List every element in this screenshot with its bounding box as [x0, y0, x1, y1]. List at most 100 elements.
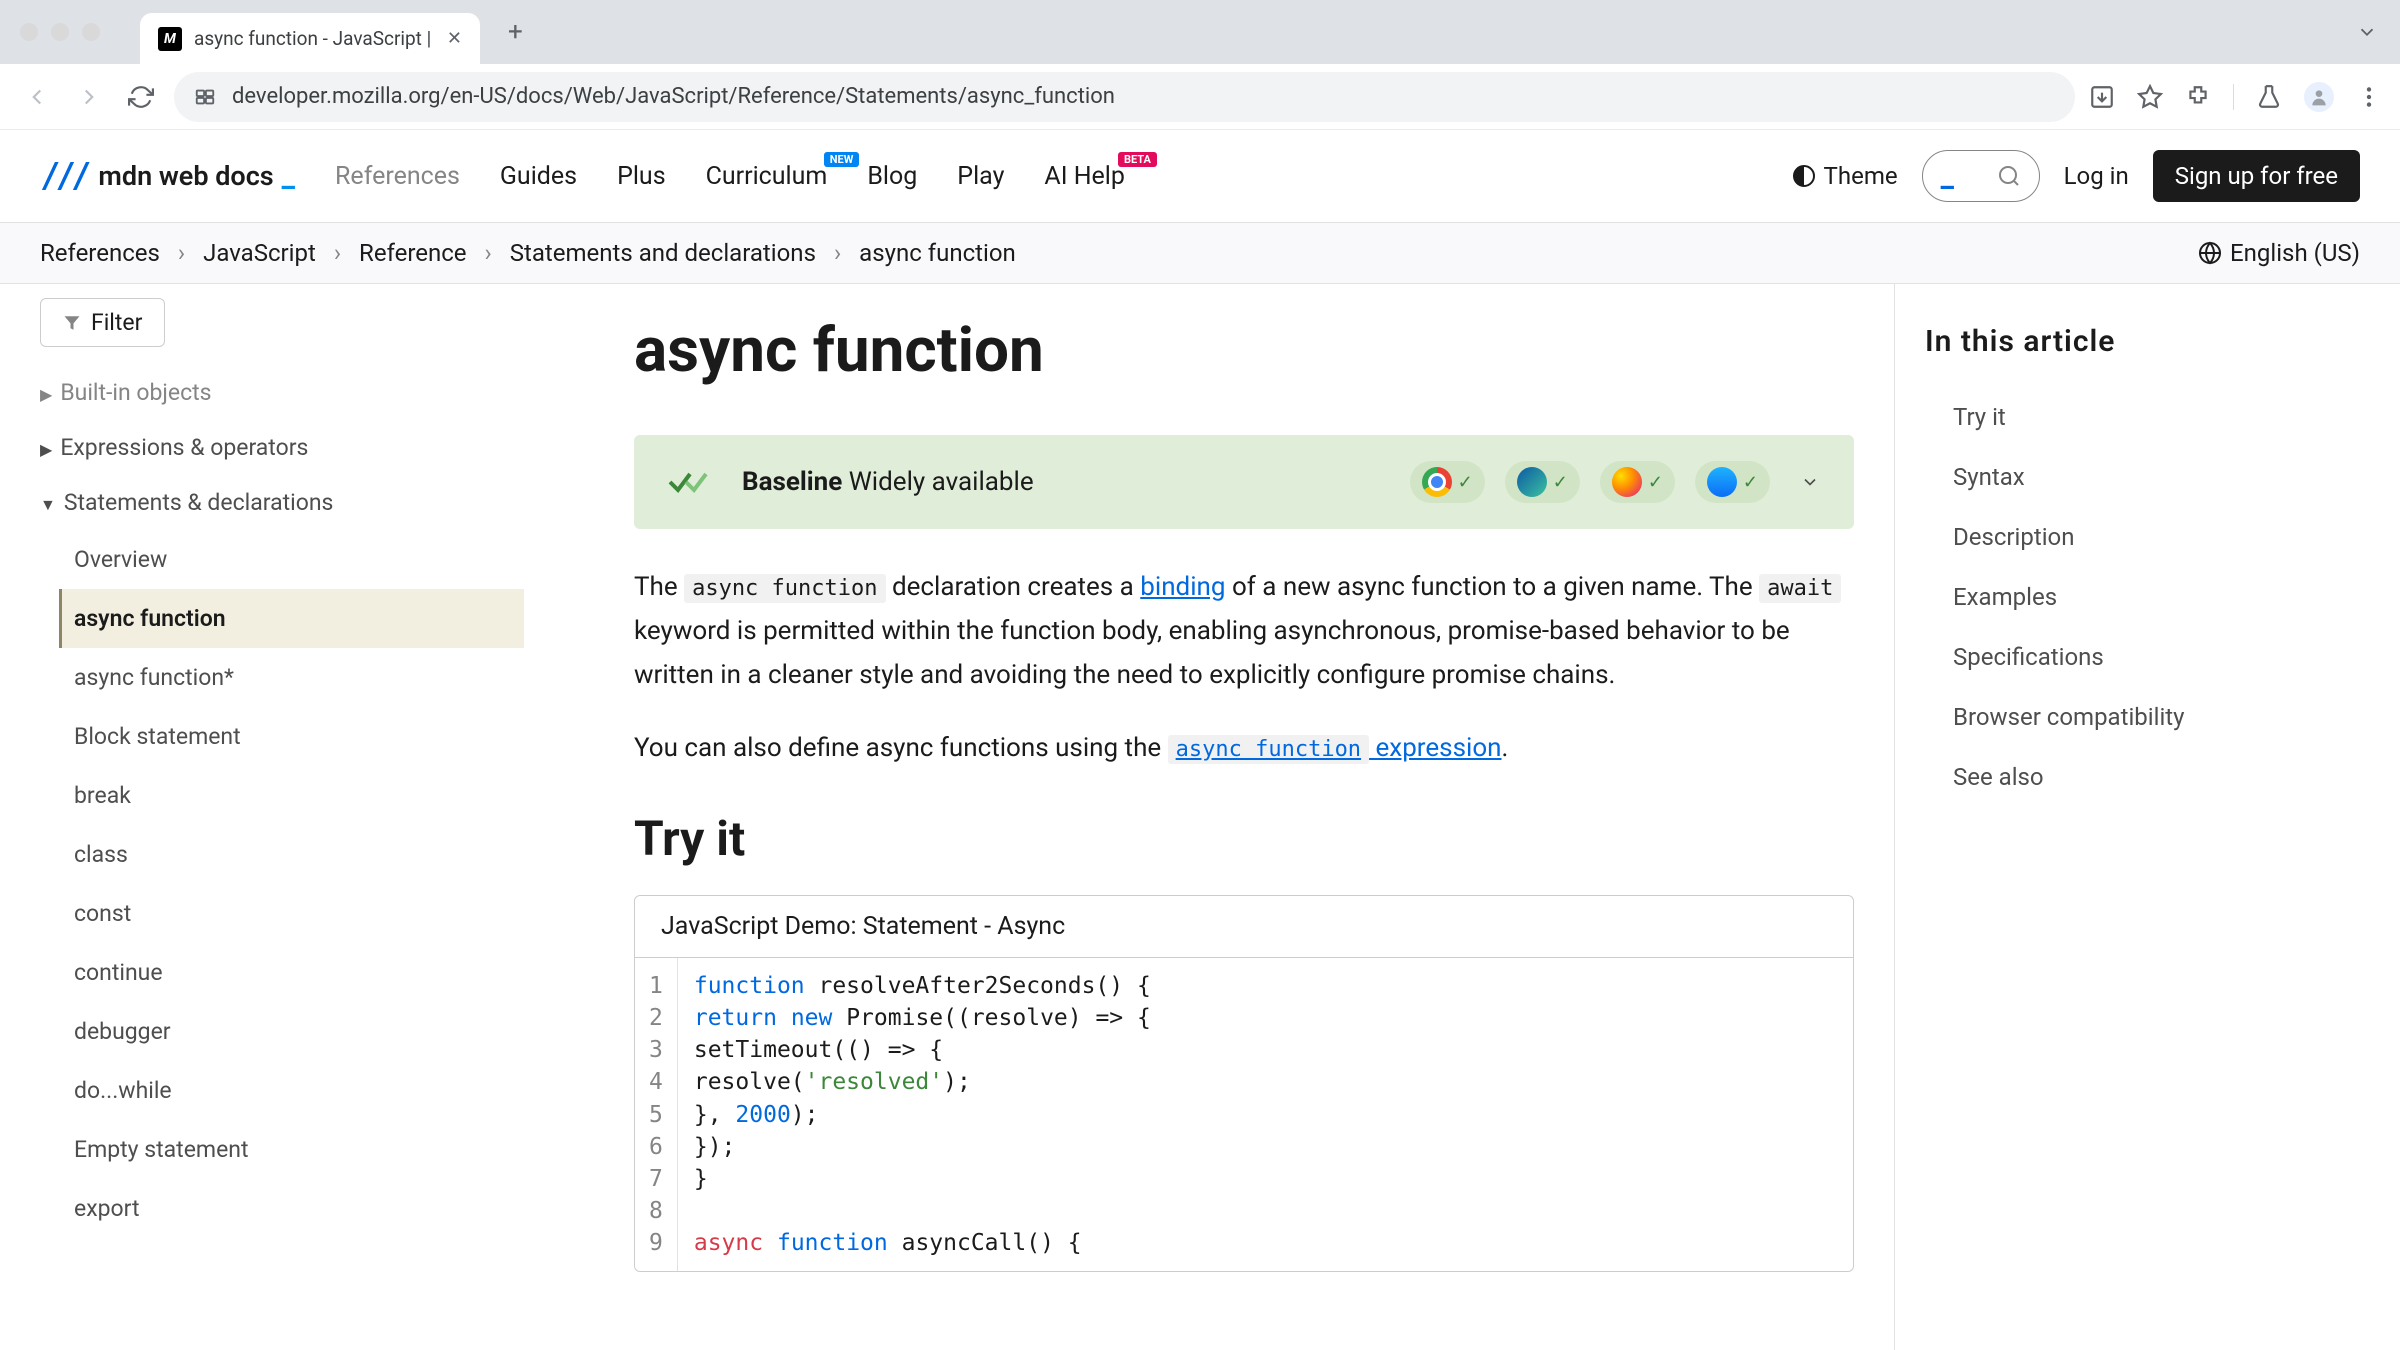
address-bar[interactable]: developer.mozilla.org/en-US/docs/Web/Jav… — [174, 72, 2075, 122]
toc-title: In this article — [1925, 324, 2274, 359]
check-icon: ✓ — [1458, 472, 1473, 493]
chrome-icon — [1422, 467, 1452, 497]
chevron-right-icon: › — [485, 239, 492, 267]
sidebar-item[interactable]: export — [62, 1179, 524, 1238]
sidebar-item[interactable]: continue — [62, 943, 524, 1002]
tab-title: async function - JavaScript | — [194, 27, 435, 50]
caret-down-icon: ▼ — [40, 495, 56, 515]
binding-link[interactable]: binding — [1140, 572, 1225, 602]
nav-ai-help[interactable]: AI Help BETA — [1044, 162, 1125, 191]
extensions-icon[interactable] — [2185, 84, 2211, 110]
bookmark-icon[interactable] — [2137, 84, 2163, 110]
reload-button[interactable] — [122, 78, 160, 116]
toc-item[interactable]: Browser compatibility — [1925, 687, 2274, 747]
toc-item[interactable]: Examples — [1925, 567, 2274, 627]
check-icon: ✓ — [1553, 472, 1568, 493]
main-content: async function Baseline Widely available… — [554, 284, 1894, 1350]
sidebar-item[interactable]: async function* — [62, 648, 524, 707]
forward-button[interactable] — [70, 78, 108, 116]
sidebar-section[interactable]: ▶Expressions & operators — [40, 420, 524, 475]
check-icon — [668, 466, 716, 498]
back-button[interactable] — [18, 78, 56, 116]
sidebar-item[interactable]: break — [62, 766, 524, 825]
chrome-support: ✓ — [1410, 461, 1485, 503]
sidebar-item[interactable]: class — [62, 825, 524, 884]
demo-title: JavaScript Demo: Statement - Async — [635, 896, 1853, 958]
nav-plus[interactable]: Plus — [617, 162, 666, 191]
baseline-banner: Baseline Widely available ✓ ✓ ✓ ✓ — [634, 435, 1854, 529]
edge-icon — [1517, 467, 1547, 497]
new-tab-button[interactable]: + — [490, 17, 541, 47]
nav-guides[interactable]: Guides — [500, 162, 577, 191]
toc-item[interactable]: Specifications — [1925, 627, 2274, 687]
browser-toolbar: developer.mozilla.org/en-US/docs/Web/Jav… — [0, 64, 2400, 130]
globe-icon — [2198, 241, 2222, 265]
sidebar-item[interactable]: do...while — [62, 1061, 524, 1120]
language-selector[interactable]: English (US) — [2198, 239, 2360, 267]
toc-item[interactable]: See also — [1925, 747, 2274, 807]
toc-item[interactable]: Description — [1925, 507, 2274, 567]
labs-icon[interactable] — [2256, 84, 2282, 110]
nav-play[interactable]: Play — [957, 162, 1004, 191]
search-button[interactable]: _ — [1922, 150, 2040, 202]
sidebar-item[interactable]: Block statement — [62, 707, 524, 766]
browser-tab-strip: M async function - JavaScript | ✕ + — [0, 0, 2400, 64]
code-editor[interactable]: 123456789 function resolveAfter2Seconds(… — [635, 958, 1853, 1272]
menu-icon[interactable] — [2356, 84, 2382, 110]
separator — [2233, 84, 2234, 110]
safari-support: ✓ — [1695, 461, 1770, 503]
tab-favicon: M — [158, 27, 182, 51]
breadcrumb-bar: References › JavaScript › Reference › St… — [0, 222, 2400, 284]
sidebar-item[interactable]: const — [62, 884, 524, 943]
toc-item[interactable]: Try it — [1925, 387, 2274, 447]
line-numbers: 123456789 — [635, 958, 678, 1272]
intro-paragraph: The async function declaration creates a… — [634, 565, 1854, 698]
breadcrumb-item[interactable]: References — [40, 239, 160, 267]
chevron-right-icon: › — [334, 239, 341, 267]
sidebar-item[interactable]: Empty statement — [62, 1120, 524, 1179]
mdn-header: /// mdn web docs _ References Guides Plu… — [0, 130, 2400, 222]
breadcrumb-item[interactable]: Statements and declarations — [510, 239, 816, 267]
expression-link[interactable]: async function expression — [1168, 733, 1502, 763]
new-badge: NEW — [824, 152, 860, 167]
toc: In this article Try itSyntaxDescriptionE… — [1894, 284, 2314, 1350]
sidebar-item[interactable]: async function — [59, 589, 524, 648]
chevron-down-icon[interactable] — [1790, 472, 1820, 492]
profile-icon[interactable] — [2304, 82, 2334, 112]
sidebar-item[interactable]: debugger — [62, 1002, 524, 1061]
baseline-text: Baseline Widely available — [742, 467, 1034, 497]
signup-button[interactable]: Sign up for free — [2153, 150, 2360, 202]
login-link[interactable]: Log in — [2064, 162, 2129, 190]
url-text: developer.mozilla.org/en-US/docs/Web/Jav… — [232, 84, 1115, 109]
nav-references[interactable]: References — [335, 162, 460, 191]
minimize-window[interactable] — [51, 23, 69, 41]
tab-close-icon[interactable]: ✕ — [447, 28, 462, 49]
maximize-window[interactable] — [82, 23, 100, 41]
breadcrumb-item[interactable]: Reference — [359, 239, 466, 267]
sidebar-section[interactable]: ▶Built-in objects — [40, 365, 524, 420]
nav-blog[interactable]: Blog — [867, 162, 917, 191]
filter-icon — [63, 314, 81, 332]
window-controls — [0, 23, 120, 41]
theme-toggle[interactable]: Theme — [1792, 162, 1898, 190]
close-window[interactable] — [20, 23, 38, 41]
mdn-logo[interactable]: /// mdn web docs _ — [40, 156, 295, 196]
code-inline: async function — [1168, 735, 1369, 764]
breadcrumb-item[interactable]: JavaScript — [203, 239, 316, 267]
nav-curriculum[interactable]: Curriculum NEW — [706, 162, 828, 191]
toc-item[interactable]: Syntax — [1925, 447, 2274, 507]
browser-tab[interactable]: M async function - JavaScript | ✕ — [140, 13, 480, 64]
site-settings-icon[interactable] — [194, 86, 216, 108]
check-icon: ✓ — [1743, 472, 1758, 493]
beta-badge: BETA — [1118, 152, 1157, 167]
sidebar-item[interactable]: Overview — [62, 530, 524, 589]
install-app-icon[interactable] — [2089, 84, 2115, 110]
mdn-logo-icon: /// — [40, 156, 86, 196]
breadcrumb-item[interactable]: async function — [859, 239, 1016, 267]
tab-overflow-button[interactable] — [2356, 21, 2400, 43]
sidebar-section[interactable]: ▼Statements & declarations — [40, 475, 524, 530]
browser-support: ✓ ✓ ✓ ✓ — [1410, 461, 1820, 503]
chevron-right-icon: › — [834, 239, 841, 267]
filter-button[interactable]: Filter — [40, 298, 165, 347]
edge-support: ✓ — [1505, 461, 1580, 503]
